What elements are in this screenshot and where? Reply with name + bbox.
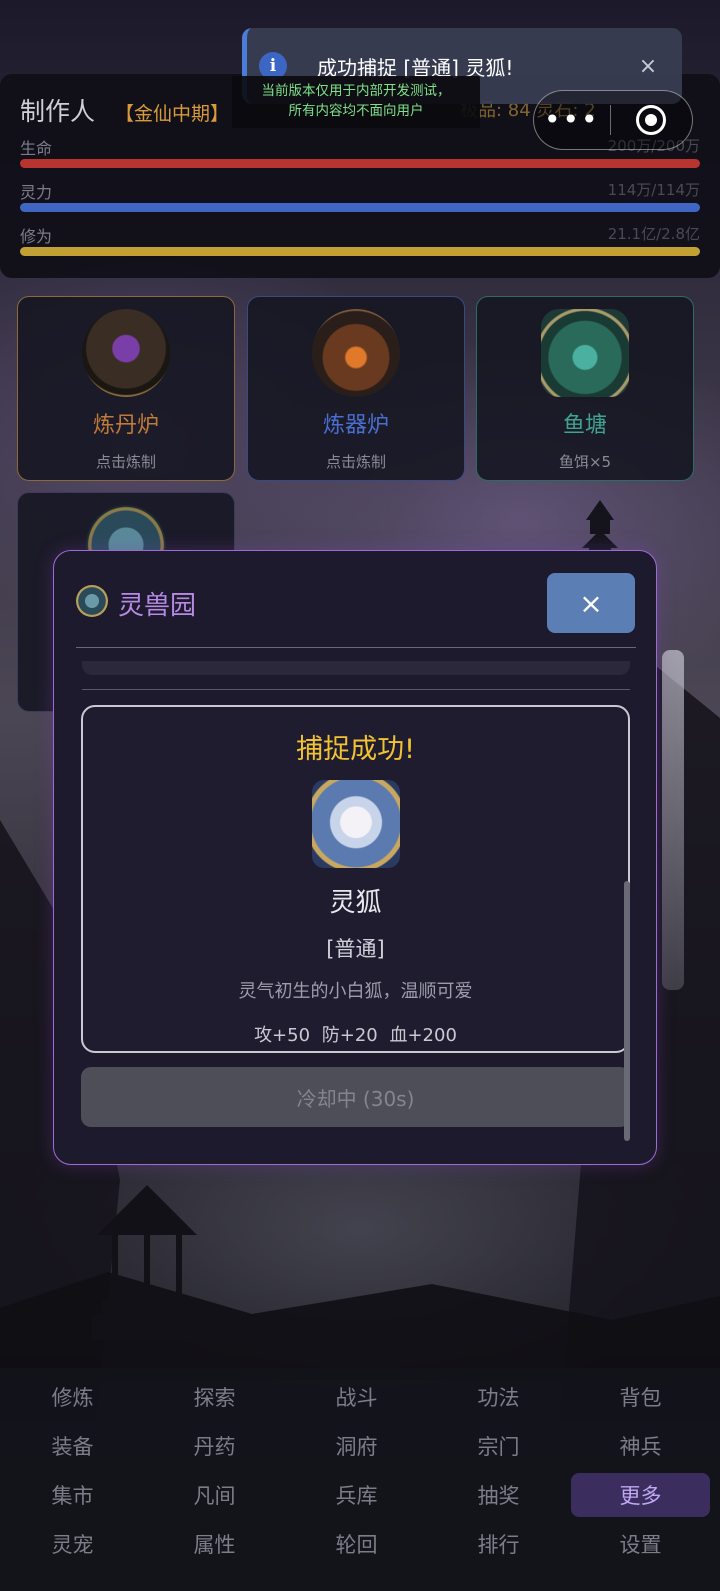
modal-title: 灵兽园 [118, 591, 197, 621]
result-title: 捕捉成功! [296, 734, 415, 765]
pet-name: 灵狐 [329, 888, 382, 918]
beast-garden-modal: 灵兽园 × 捕捉成功! 灵狐 [普通] 灵气初生的小白狐，温顺可爱 攻+50 防… [53, 550, 657, 1165]
nav-row: 集市 凡间 兵库 抽奖 更多 [0, 1470, 720, 1519]
nav-row: 修炼 探索 战斗 功法 背包 [0, 1372, 720, 1421]
nav-item-armory[interactable]: 兵库 [287, 1470, 426, 1519]
mp-bar-block: 灵力 114万/114万 [20, 179, 700, 212]
modal-close-button[interactable]: × [547, 573, 635, 633]
miniprogram-capsule: ••• [533, 90, 693, 150]
hp-label: 生命 [20, 139, 53, 158]
mp-label: 灵力 [20, 183, 53, 202]
nav-item-settings[interactable]: 设置 [571, 1519, 710, 1568]
nav-item-market[interactable]: 集市 [3, 1470, 142, 1519]
nav-item-attributes[interactable]: 属性 [145, 1519, 284, 1568]
nav-row: 装备 丹药 洞府 宗门 神兵 [0, 1421, 720, 1470]
nav-item-divine-weapon[interactable]: 神兵 [571, 1421, 710, 1470]
nav-item-equipment[interactable]: 装备 [3, 1421, 142, 1470]
capture-result-card: 捕捉成功! 灵狐 [普通] 灵气初生的小白狐，温顺可爱 攻+50 防+20 血+… [81, 705, 630, 1053]
beast-garden-icon [76, 585, 108, 617]
facility-title: 炼丹炉 [92, 413, 159, 438]
xp-label: 修为 [20, 227, 53, 246]
facility-card-forge[interactable]: 炼器炉 点击炼制 [247, 296, 465, 481]
mp-value: 114万/114万 [607, 181, 700, 199]
divider [76, 647, 636, 648]
player-name: 制作人 [20, 97, 96, 126]
nav-item-mortal-world[interactable]: 凡间 [145, 1470, 284, 1519]
alchemy-furnace-icon [82, 309, 170, 397]
mp-bar [20, 203, 700, 212]
nav-item-sect[interactable]: 宗门 [429, 1421, 568, 1470]
facility-subtitle: 点击炼制 [325, 453, 386, 471]
dev-note-line2: 所有内容均不面向用户 [288, 103, 424, 119]
xp-value: 21.1亿/2.8亿 [607, 225, 700, 243]
pet-stats: 攻+50 防+20 血+200 [254, 1025, 457, 1046]
nav-item-cultivate[interactable]: 修炼 [3, 1372, 142, 1421]
toast-close-button[interactable]: × [628, 54, 668, 79]
modal-header: 灵兽园 × [54, 551, 656, 647]
nav-item-explore[interactable]: 探索 [145, 1372, 284, 1421]
hp-bar [20, 159, 700, 168]
facility-title: 鱼塘 [562, 413, 607, 438]
collapsed-panel [82, 661, 630, 675]
more-menu-button[interactable]: ••• [534, 106, 610, 134]
nav-item-pills[interactable]: 丹药 [145, 1421, 284, 1470]
nav-item-ranking[interactable]: 排行 [429, 1519, 568, 1568]
facility-card-fishpond[interactable]: 鱼塘 鱼饵×5 [476, 296, 694, 481]
dev-note-line1: 当前版本仅用于内部开发测试， [261, 83, 451, 99]
nav-item-cave[interactable]: 洞府 [287, 1421, 426, 1470]
nav-item-bag[interactable]: 背包 [571, 1372, 710, 1421]
facility-title: 炼器炉 [322, 413, 389, 438]
capture-cooldown-button[interactable]: 冷却中 (30s) [81, 1067, 630, 1127]
nav-item-battle[interactable]: 战斗 [287, 1372, 426, 1421]
nav-item-pets[interactable]: 灵宠 [3, 1519, 142, 1568]
pavilion [92, 1185, 202, 1340]
facility-card-alchemy[interactable]: 炼丹炉 点击炼制 [17, 296, 235, 481]
player-realm: 【金仙中期】 [115, 103, 230, 125]
pet-rarity: [普通] [326, 937, 385, 961]
facility-subtitle: 点击炼制 [95, 453, 156, 471]
bottom-nav: 修炼 探索 战斗 功法 背包 装备 丹药 洞府 宗门 神兵 集市 凡间 兵库 抽… [0, 1368, 720, 1591]
nav-item-reincarnation[interactable]: 轮回 [287, 1519, 426, 1568]
pet-description: 灵气初生的小白狐，温顺可爱 [238, 981, 473, 1002]
forge-furnace-icon [312, 309, 400, 397]
dev-test-notice: 当前版本仅用于内部开发测试， 所有内容均不面向用户 [232, 76, 480, 128]
xp-bar [20, 247, 700, 256]
modal-scrollbar[interactable] [624, 881, 630, 1141]
spirit-fox-avatar [311, 780, 400, 868]
nav-row: 灵宠 属性 轮回 排行 设置 [0, 1519, 720, 1568]
waterfall [662, 650, 684, 990]
divider [82, 689, 630, 690]
nav-item-skills[interactable]: 功法 [429, 1372, 568, 1421]
xp-bar-block: 修为 21.1亿/2.8亿 [20, 223, 700, 256]
target-icon[interactable] [611, 105, 692, 135]
facility-subtitle: 鱼饵×5 [558, 453, 612, 471]
nav-item-more[interactable]: 更多 [571, 1473, 710, 1517]
nav-item-lottery[interactable]: 抽奖 [429, 1470, 568, 1519]
fish-pond-icon [541, 309, 629, 397]
